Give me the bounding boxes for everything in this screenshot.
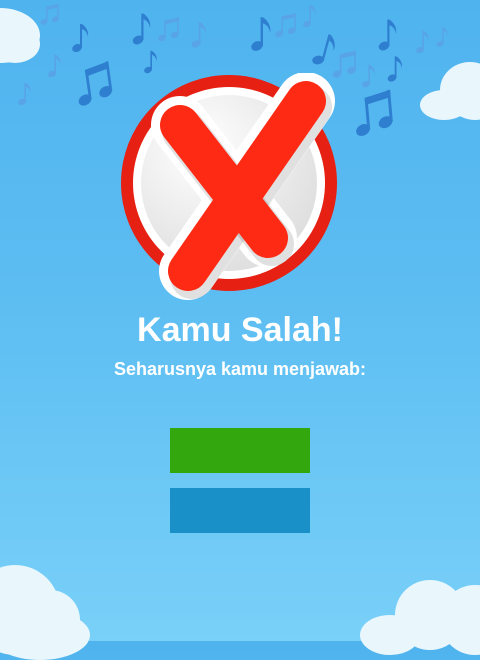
result-title: Kamu Salah!	[137, 311, 343, 349]
wrong-answer-icon	[121, 73, 337, 300]
result-subtitle: Seharusnya kamu menjawab:	[113, 359, 367, 379]
correct-answer-option[interactable]	[170, 428, 310, 473]
answer-option-secondary[interactable]	[170, 488, 310, 533]
